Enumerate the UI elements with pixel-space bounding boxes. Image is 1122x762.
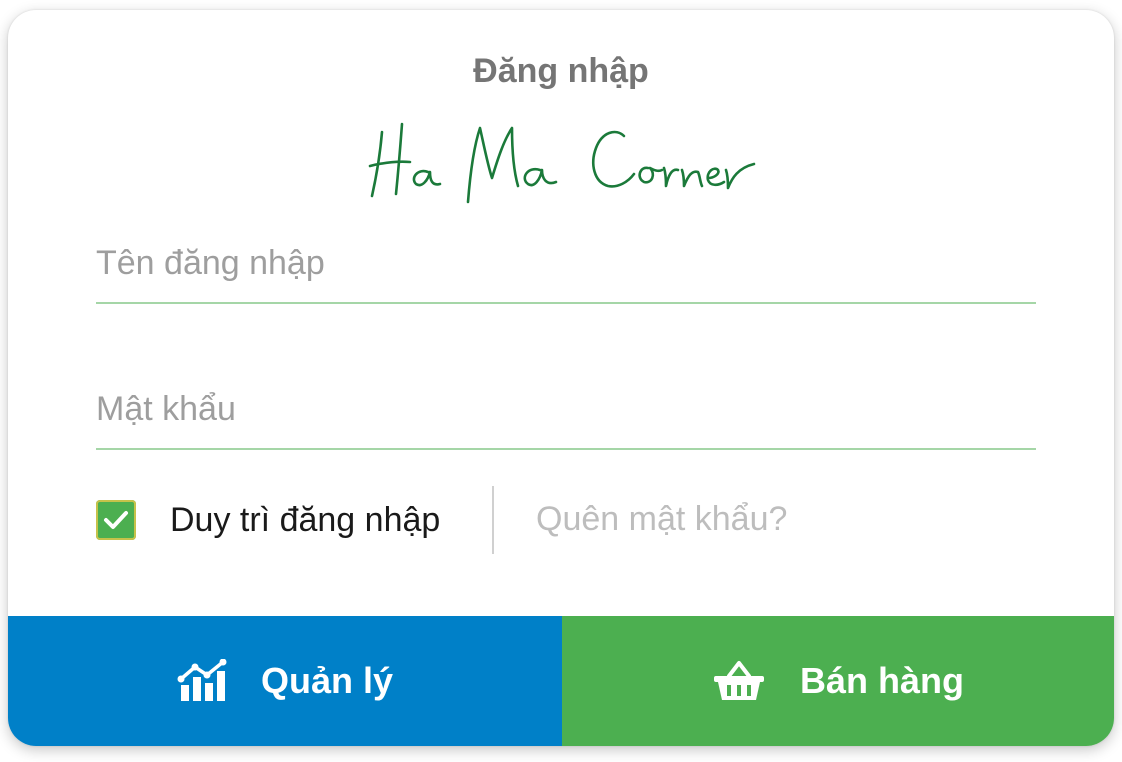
page-title: Đăng nhập <box>473 52 649 90</box>
manage-button-label: Quản lý <box>260 660 394 701</box>
password-field <box>96 378 1036 450</box>
remember-me[interactable]: Duy trì đăng nhập <box>96 498 440 542</box>
bar-chart-icon <box>177 659 227 703</box>
manage-button[interactable]: Quản lý <box>8 616 562 746</box>
remember-label: Duy trì đăng nhập <box>170 500 441 539</box>
vertical-divider <box>492 486 494 554</box>
forgot-password-link[interactable]: Quên mật khẩu? <box>536 500 787 539</box>
shopping-basket-icon <box>712 660 766 702</box>
brand-logo <box>368 122 756 204</box>
username-input[interactable] <box>96 238 1036 288</box>
password-input[interactable] <box>96 384 1036 434</box>
remember-checkbox[interactable] <box>96 500 136 540</box>
sell-button-label: Bán hàng <box>799 660 964 701</box>
login-card: Đăng nhập Tên đăng nhập Duy trì đăng nhậ… <box>8 10 1114 746</box>
username-field <box>96 232 1036 304</box>
checkmark-icon <box>104 511 128 529</box>
sell-button[interactable]: Bán hàng <box>562 616 1114 746</box>
